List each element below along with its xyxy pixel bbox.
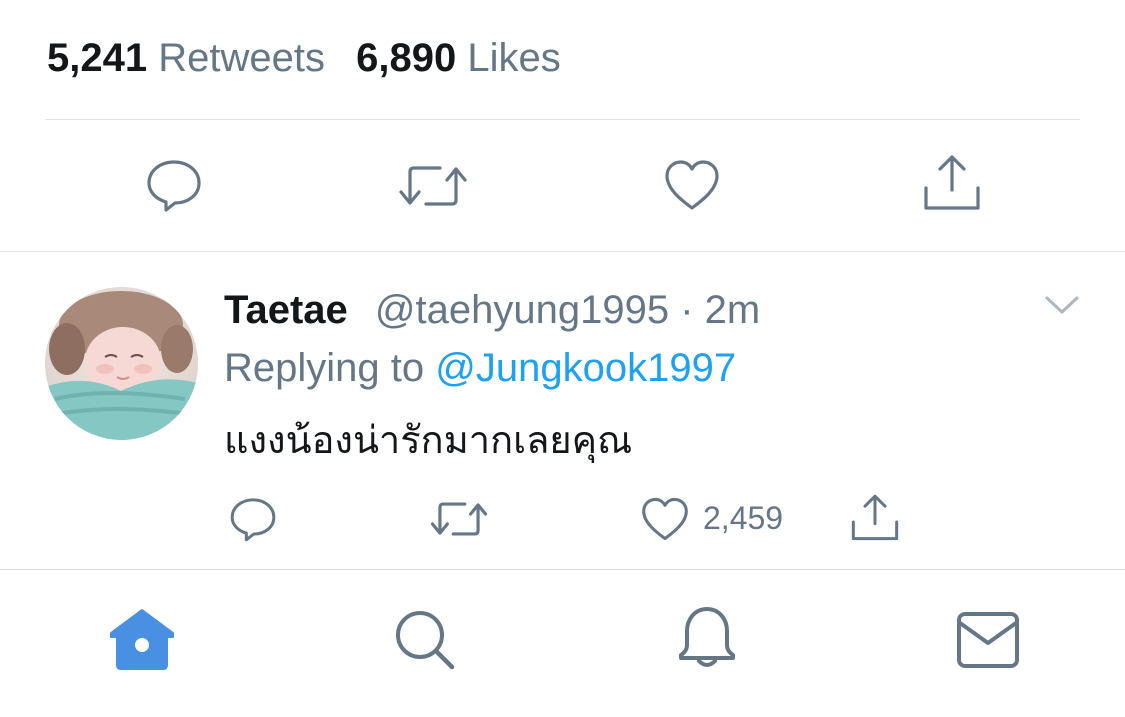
reply-header: Taetae @taehyung1995 · 2m bbox=[224, 286, 760, 334]
reply-like-count: 2,459 bbox=[703, 500, 784, 536]
stats-divider bbox=[45, 119, 1080, 120]
retweet-icon[interactable] bbox=[398, 160, 468, 212]
like-icon[interactable] bbox=[640, 496, 690, 542]
tweet-stats: 5,241 Retweets 6,890 Likes bbox=[47, 32, 581, 84]
retweet-icon[interactable] bbox=[430, 497, 488, 541]
mention-link[interactable]: @Jungkook1997 bbox=[435, 346, 736, 390]
avatar-image bbox=[45, 287, 198, 440]
share-icon[interactable] bbox=[850, 492, 900, 542]
replying-to: Replying to @Jungkook1997 bbox=[224, 344, 736, 392]
like-icon[interactable] bbox=[663, 158, 721, 212]
likes-count[interactable]: 6,890 bbox=[356, 36, 456, 80]
share-icon[interactable] bbox=[922, 152, 982, 212]
nav-divider bbox=[0, 569, 1125, 570]
chevron-down-icon[interactable] bbox=[1044, 294, 1080, 316]
reply-icon[interactable] bbox=[228, 496, 278, 542]
avatar[interactable] bbox=[45, 287, 198, 440]
replying-prefix: Replying to bbox=[224, 346, 425, 390]
retweets-count[interactable]: 5,241 bbox=[47, 36, 147, 80]
display-name[interactable]: Taetae bbox=[224, 288, 348, 332]
timestamp[interactable]: 2m bbox=[705, 288, 761, 332]
separator-dot: · bbox=[680, 288, 694, 332]
user-handle[interactable]: @taehyung1995 bbox=[375, 288, 669, 332]
messages-icon[interactable] bbox=[956, 611, 1020, 669]
reply-icon[interactable] bbox=[144, 158, 204, 212]
likes-label[interactable]: Likes bbox=[467, 36, 560, 80]
search-icon[interactable] bbox=[393, 608, 457, 672]
notifications-icon[interactable] bbox=[675, 605, 739, 671]
actions-divider bbox=[0, 251, 1125, 252]
home-icon[interactable] bbox=[108, 607, 176, 671]
tweet-text: แงงน้องน่ารักมากเลยคุณ bbox=[224, 418, 633, 462]
retweets-label[interactable]: Retweets bbox=[158, 36, 325, 80]
